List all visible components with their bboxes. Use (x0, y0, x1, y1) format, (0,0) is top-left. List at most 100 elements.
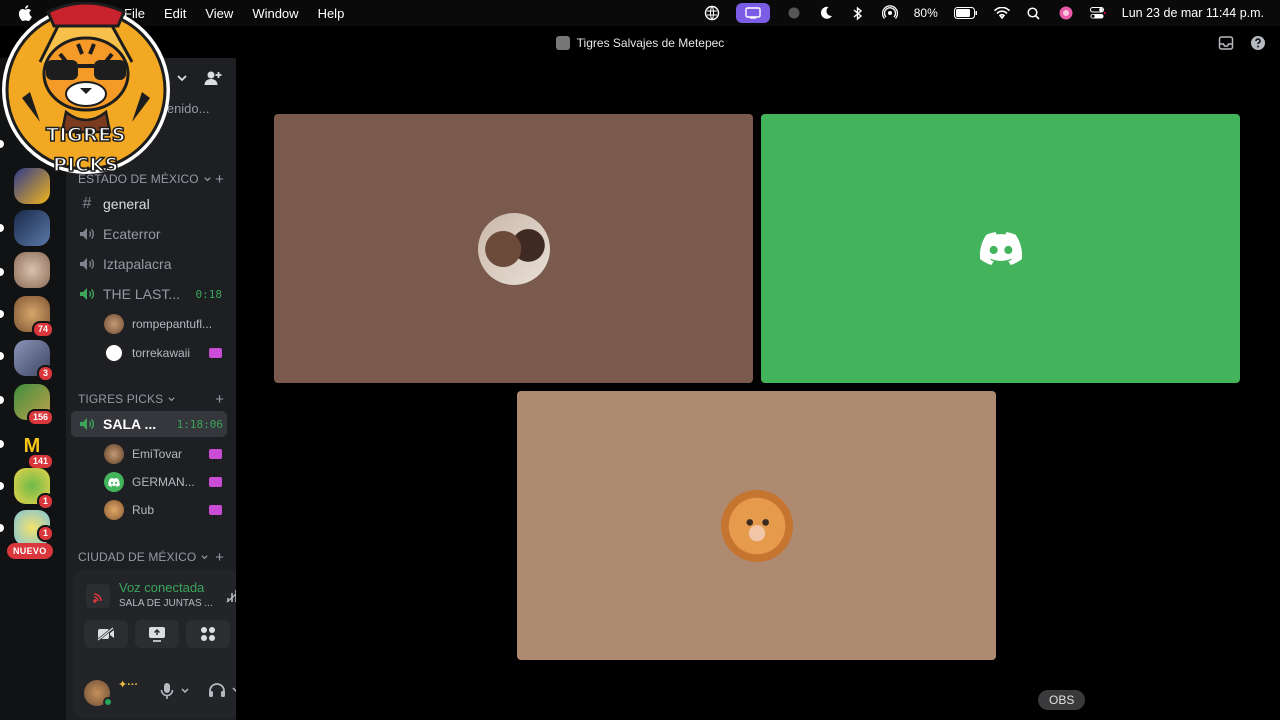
voice-user[interactable]: torrekawaii (104, 341, 226, 365)
date-time[interactable]: Lun 23 de mar 11:44 p.m. (1122, 6, 1264, 20)
camera-off-button[interactable] (84, 620, 128, 648)
voice-user-name: GERMAN... (132, 475, 195, 489)
voice-user-name: EmiTovar (132, 447, 183, 461)
participant-avatar (720, 489, 793, 562)
channel-label: general (103, 196, 150, 212)
online-status-indicator (103, 697, 113, 707)
server-icon-2[interactable] (14, 210, 50, 246)
menu-view[interactable]: View (205, 6, 233, 21)
username-text: ✦··· (118, 679, 139, 691)
participant-tile-2[interactable] (761, 114, 1240, 383)
connection-signal-icon[interactable] (86, 584, 110, 608)
camera-off-icon (97, 627, 114, 641)
server-icon-9[interactable]: 1 (14, 510, 54, 546)
participant-tile-1[interactable] (274, 114, 753, 383)
globe-icon[interactable] (704, 5, 720, 21)
streaming-icon (209, 348, 222, 358)
avatar (104, 343, 124, 363)
voice-channel-name[interactable]: SALA DE JUNTAS ... (119, 598, 213, 609)
chevron-down-icon[interactable] (176, 72, 188, 84)
screen-share-status-icon[interactable] (735, 3, 770, 23)
screen-share-icon (149, 627, 165, 642)
mention-badge: 1 (36, 525, 54, 542)
add-channel-icon[interactable]: + (215, 549, 224, 566)
server-icon-8[interactable]: 1 (14, 468, 54, 510)
voice-stage (236, 58, 1280, 720)
channel-label: SALA ... (103, 416, 157, 432)
unread-pip (0, 524, 4, 532)
chevron-down-icon[interactable] (180, 686, 190, 696)
search-icon[interactable] (1026, 5, 1042, 21)
mention-badge: 156 (26, 409, 54, 426)
activities-button[interactable] (186, 620, 230, 648)
voice-user-name: Rub (132, 503, 155, 517)
channel-ecaterror[interactable]: Ecaterror (78, 221, 226, 247)
channel-iztapalacra[interactable]: Iztapalacra (78, 251, 226, 277)
mention-badge: 1 (36, 493, 54, 510)
activities-icon (201, 627, 215, 641)
battery-icon[interactable] (953, 5, 978, 21)
category-tigres[interactable]: TIGRES PICKS + (78, 391, 224, 408)
discord-logo-icon (979, 232, 1022, 265)
call-timer: 1:18:06 (176, 417, 223, 431)
wifi-icon[interactable] (993, 5, 1010, 21)
channel-the-last[interactable]: THE LAST... 0:18 (78, 281, 226, 307)
speaker-active-icon (78, 287, 96, 301)
window-title: Tigres Salvajes de Metepec (576, 36, 725, 50)
menu-bar: File Edit View Window Help 80% Lun 23 de… (0, 0, 1280, 26)
moon-icon[interactable] (818, 5, 834, 21)
bluetooth-icon[interactable] (850, 5, 866, 21)
chevron-down-icon (201, 554, 208, 559)
channel-label: Iztapalacra (103, 256, 172, 272)
avatar (104, 314, 124, 334)
unread-pip (0, 310, 4, 318)
mention-badge: 3 (36, 365, 54, 382)
status-area: 80% Lun 23 de mar 11:44 p.m. (704, 0, 1264, 26)
participant-tile-3[interactable] (517, 391, 996, 660)
voice-user[interactable]: EmiTovar (104, 442, 226, 466)
category-label: CIUDAD DE MÉXICO (78, 550, 197, 564)
server-icon-3[interactable] (14, 252, 50, 288)
voice-user[interactable]: Rub (104, 498, 226, 522)
control-center-icon[interactable] (1089, 5, 1106, 21)
add-channel-icon[interactable]: + (215, 171, 224, 188)
server-avatar (14, 252, 50, 288)
screen-share-button[interactable] (135, 620, 179, 648)
server-icon-4[interactable]: 74 (14, 296, 54, 338)
new-badge[interactable]: NUEVO (7, 543, 53, 559)
voice-user-name: rompepantufl... (132, 317, 213, 331)
menu-help[interactable]: Help (318, 6, 345, 21)
category-ciudad[interactable]: CIUDAD DE MÉXICO + (78, 549, 224, 566)
streaming-icon (209, 449, 222, 459)
unread-pip (0, 440, 4, 448)
inbox-icon[interactable] (1218, 35, 1234, 51)
speaker-active-icon (78, 417, 96, 431)
voice-status-title[interactable]: Voz conectada (119, 580, 204, 595)
participant-avatar (477, 212, 550, 285)
server-icon-5[interactable]: 3 (14, 340, 54, 382)
voice-user[interactable]: rompepantufl... (104, 312, 226, 336)
user-profile-icon[interactable] (1058, 5, 1074, 21)
menu-window[interactable]: Window (252, 6, 298, 21)
airdrop-icon[interactable] (881, 5, 898, 21)
voice-user[interactable]: GERMAN... (104, 470, 226, 494)
microphone-icon (160, 683, 174, 699)
channel-general[interactable]: # general (78, 191, 226, 217)
invite-user-icon[interactable] (204, 70, 222, 86)
server-icon-6[interactable]: 156 (14, 384, 54, 426)
hashtag-icon: # (82, 195, 92, 212)
help-icon[interactable] (1250, 35, 1266, 51)
add-channel-icon[interactable]: + (215, 391, 224, 408)
record-dot-icon[interactable] (786, 5, 802, 21)
server-icon-7[interactable]: M 141 (14, 428, 54, 470)
avatar (104, 444, 124, 464)
headphones-icon (209, 683, 225, 697)
category-label: TIGRES PICKS (78, 392, 164, 406)
username-area[interactable]: ✦··· (118, 678, 138, 691)
speaker-icon (78, 257, 96, 271)
unread-pip (0, 482, 4, 490)
streaming-icon (209, 505, 222, 515)
unread-pip (0, 224, 4, 232)
microphone-button[interactable] (160, 682, 190, 700)
channel-sala[interactable]: SALA ... 1:18:06 (71, 411, 227, 437)
